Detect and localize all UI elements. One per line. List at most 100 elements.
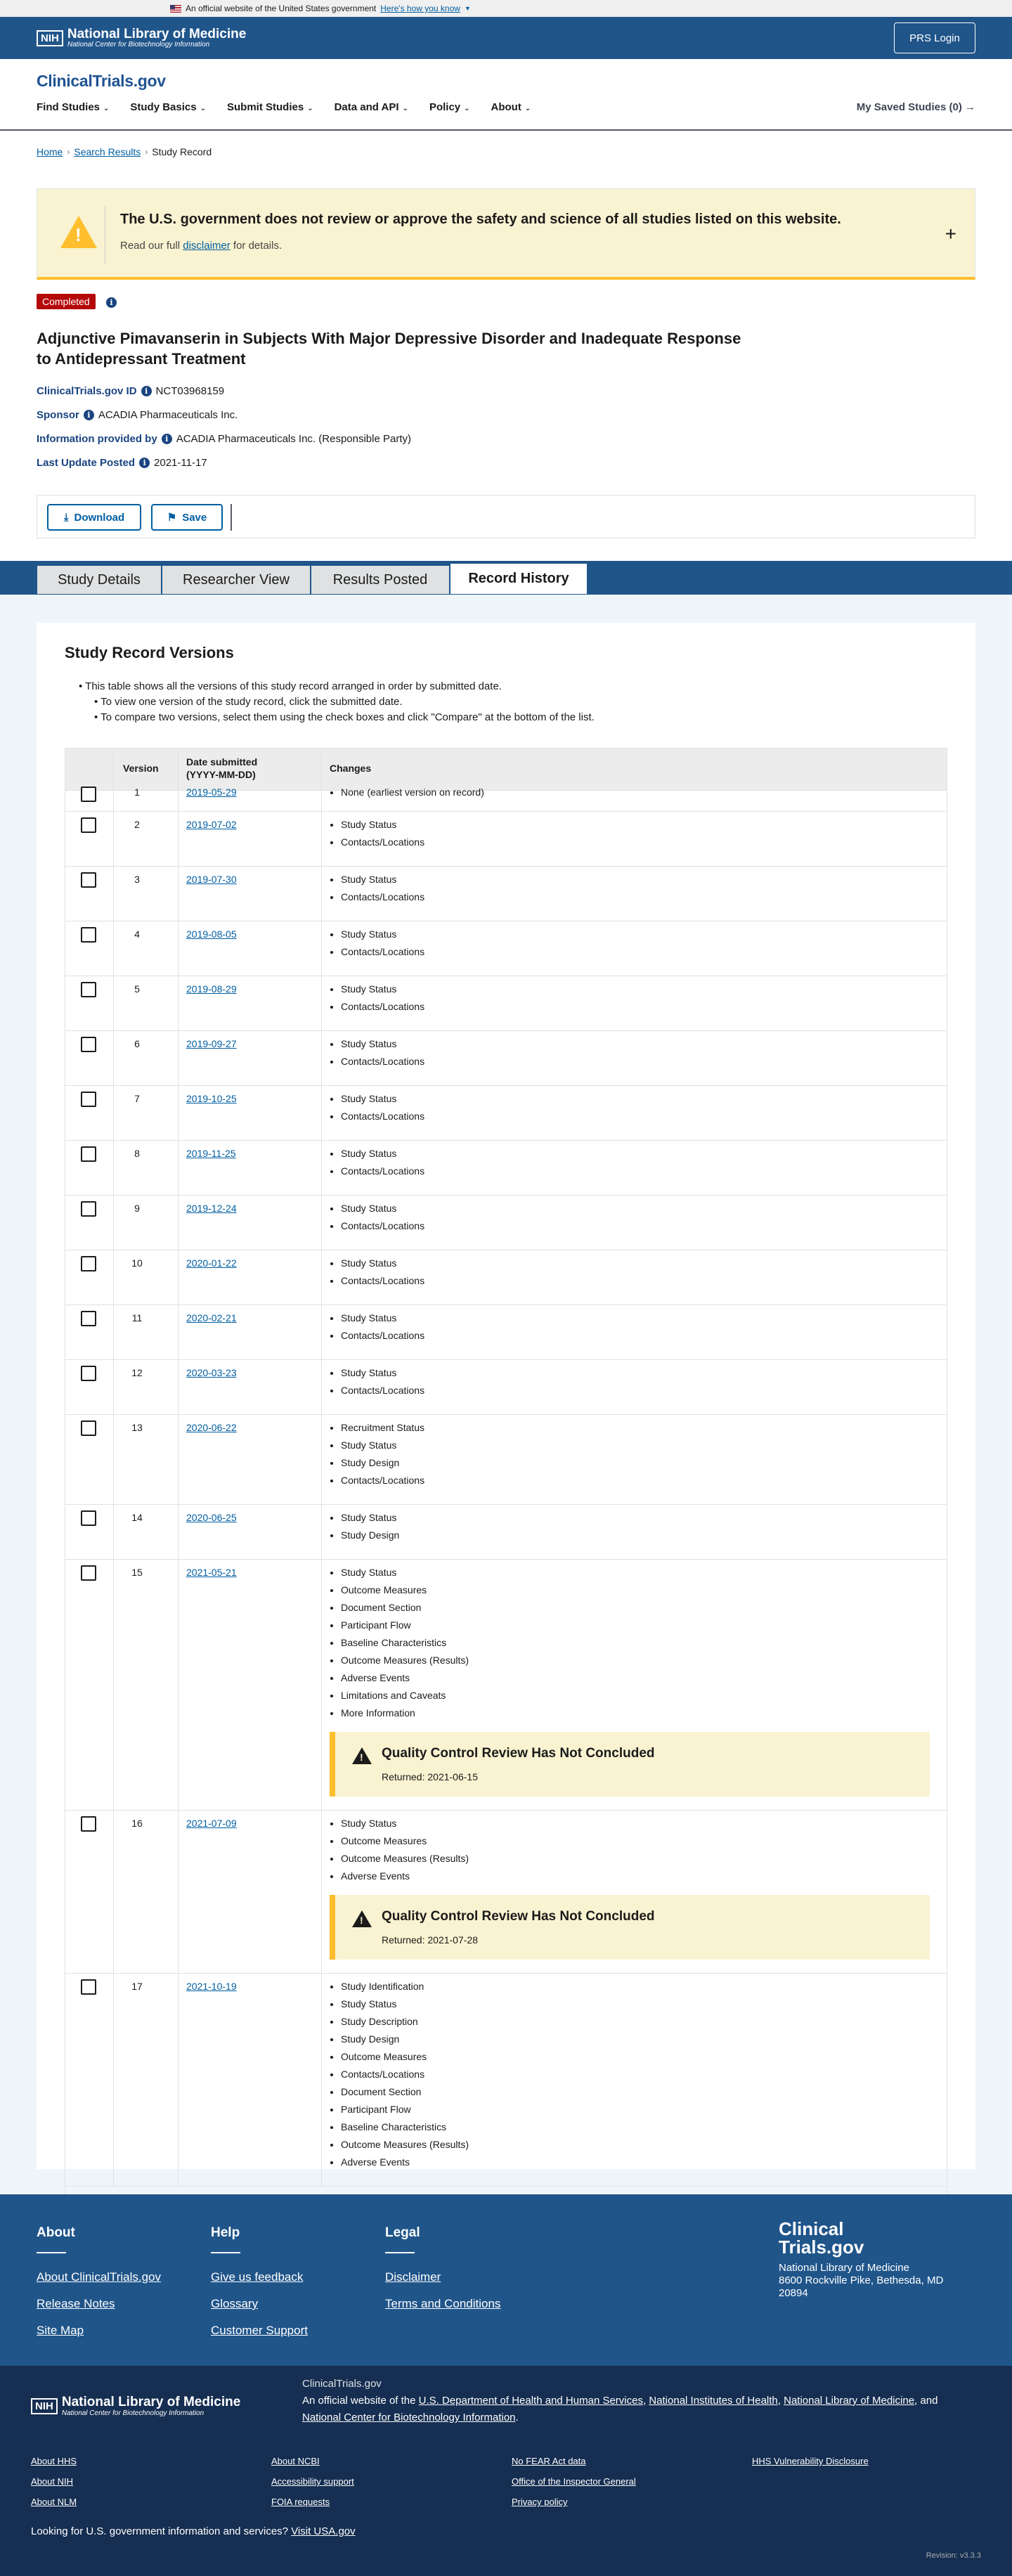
info-icon[interactable]: i — [161, 434, 172, 444]
compare-checkbox[interactable] — [81, 872, 96, 888]
footer-privacy[interactable]: Privacy policy — [512, 2497, 567, 2507]
nav-about[interactable]: About ⌄ — [491, 101, 531, 113]
change-item: Adverse Events — [341, 1669, 469, 1687]
expand-icon[interactable]: + — [945, 223, 956, 245]
version-date-link[interactable]: 2020-02-21 — [186, 1312, 237, 1323]
tab-researcher-view[interactable]: Researcher View — [162, 565, 311, 595]
breadcrumb-search-results[interactable]: Search Results — [74, 146, 141, 157]
footer-release-notes[interactable]: Release Notes — [37, 2297, 115, 2311]
ncbi-link[interactable]: National Center for Biotechnology Inform… — [302, 2412, 516, 2423]
footer-ct-logo[interactable]: Clinical Trials.gov — [779, 2220, 864, 2256]
footer-about-ncbi[interactable]: About NCBI — [271, 2456, 320, 2466]
footer-feedback[interactable]: Give us feedback — [211, 2270, 303, 2284]
compare-checkbox[interactable] — [81, 1366, 96, 1381]
footer-no-fear[interactable]: No FEAR Act data — [512, 2456, 586, 2466]
compare-checkbox[interactable] — [81, 1037, 96, 1052]
compare-checkbox[interactable] — [81, 1092, 96, 1107]
footer-customer-support[interactable]: Customer Support — [211, 2324, 308, 2338]
footer-site-map[interactable]: Site Map — [37, 2324, 84, 2338]
info-icon[interactable]: i — [106, 297, 117, 308]
version-date-link[interactable]: 2019-09-27 — [186, 1038, 237, 1049]
info-icon[interactable]: i — [139, 458, 150, 468]
nav-study-basics[interactable]: Study Basics ⌄ — [130, 101, 206, 113]
change-item: Contacts/Locations — [341, 1272, 424, 1290]
download-button[interactable]: ⤓ Download — [47, 504, 141, 531]
info-icon[interactable]: i — [83, 410, 94, 420]
usa-gov-link[interactable]: Visit USA.gov — [291, 2525, 355, 2537]
info-icon[interactable]: i — [141, 386, 152, 396]
my-saved-studies-link[interactable]: My Saved Studies (0) → — [857, 101, 975, 113]
compare-checkbox[interactable] — [81, 927, 96, 943]
changes-list: Study StatusContacts/Locations — [330, 1255, 424, 1290]
disclaimer-link[interactable]: disclaimer — [183, 240, 231, 252]
footer-vulnerability[interactable]: HHS Vulnerability Disclosure — [752, 2456, 869, 2466]
breadcrumb-home[interactable]: Home — [37, 146, 63, 157]
compare-checkbox[interactable] — [81, 817, 96, 833]
hhs-link[interactable]: U.S. Department of Health and Human Serv… — [419, 2395, 643, 2407]
version-date-link[interactable]: 2019-12-24 — [186, 1203, 237, 1214]
compare-checkbox[interactable] — [81, 1816, 96, 1832]
change-item: Contacts/Locations — [341, 1163, 424, 1180]
chevron-down-icon: ⌄ — [402, 105, 408, 112]
nav-policy[interactable]: Policy ⌄ — [429, 101, 470, 113]
version-date-link[interactable]: 2021-07-09 — [186, 1818, 237, 1829]
save-button[interactable]: ⚑ Save — [151, 504, 223, 531]
version-date-link[interactable]: 2020-06-25 — [186, 1512, 237, 1523]
version-date-link[interactable]: 2019-07-30 — [186, 874, 237, 885]
compare-checkbox[interactable] — [81, 1311, 96, 1326]
footer-inspector-general[interactable]: Office of the Inspector General — [512, 2476, 636, 2487]
compare-checkbox[interactable] — [81, 1510, 96, 1526]
nav-data-api[interactable]: Data and API ⌄ — [335, 101, 408, 113]
compare-checkbox[interactable] — [81, 1979, 96, 1995]
clinicaltrials-logo[interactable]: ClinicalTrials.gov — [37, 72, 166, 91]
version-date-link[interactable]: 2020-03-23 — [186, 1367, 237, 1378]
nav-find-studies[interactable]: Find Studies ⌄ — [37, 101, 109, 113]
compare-checkbox[interactable] — [81, 1420, 96, 1436]
tab-results-posted[interactable]: Results Posted — [311, 565, 450, 595]
version-date-link[interactable]: 2019-08-05 — [186, 928, 237, 940]
nlm-link[interactable]: National Library of Medicine — [784, 2395, 914, 2407]
tab-study-details[interactable]: Study Details — [37, 565, 162, 595]
tab-record-history[interactable]: Record History — [450, 563, 588, 595]
footer-terms[interactable]: Terms and Conditions — [385, 2297, 500, 2311]
chevron-right-icon: › — [145, 147, 148, 157]
footer-about-nlm[interactable]: About NLM — [31, 2497, 77, 2507]
nav-submit-studies[interactable]: Submit Studies ⌄ — [227, 101, 313, 113]
compare-checkbox[interactable] — [81, 1565, 96, 1581]
footer-legal-title: Legal — [385, 2225, 420, 2240]
heres-how-you-know-link[interactable]: Here's how you know — [380, 4, 460, 13]
footer-accessibility[interactable]: Accessibility support — [271, 2476, 354, 2487]
version-date-link[interactable]: 2019-10-25 — [186, 1093, 237, 1104]
compare-checkbox[interactable] — [81, 1146, 96, 1162]
nih-link[interactable]: National Institutes of Health — [649, 2395, 777, 2407]
version-date-link[interactable]: 2019-07-02 — [186, 819, 237, 830]
footer-about-ct[interactable]: About ClinicalTrials.gov — [37, 2270, 161, 2284]
version-date-link[interactable]: 2020-01-22 — [186, 1257, 237, 1269]
footer-about-hhs[interactable]: About HHS — [31, 2456, 77, 2466]
change-item: Study Status — [341, 1815, 469, 1832]
nlm-logo[interactable]: NIH National Library of Medicine Nationa… — [37, 27, 246, 48]
version-date-link[interactable]: 2019-05-29 — [186, 787, 237, 798]
table-row: 162021-07-09Study StatusOutcome Measures… — [65, 1811, 947, 1974]
footer-foia[interactable]: FOIA requests — [271, 2497, 330, 2507]
footer-nlm-logo[interactable]: NIH National Library of Medicine Nationa… — [31, 2395, 240, 2417]
version-date-link[interactable]: 2021-05-21 — [186, 1567, 237, 1578]
prs-login-button[interactable]: PRS Login — [894, 22, 975, 53]
version-date-link[interactable]: 2021-10-19 — [186, 1981, 237, 1992]
footer-glossary[interactable]: Glossary — [211, 2297, 258, 2311]
compare-checkbox[interactable] — [81, 1201, 96, 1217]
footer-about-nih[interactable]: About NIH — [31, 2476, 73, 2487]
compare-checkbox[interactable] — [81, 1256, 96, 1271]
changes-list: Study StatusContacts/Locations — [330, 1200, 424, 1235]
version-date-link[interactable]: 2020-06-22 — [186, 1422, 237, 1433]
footer-disclaimer[interactable]: Disclaimer — [385, 2270, 441, 2284]
change-item: Study Status — [341, 1995, 469, 2013]
footer-usa-text: Looking for U.S. government information … — [31, 2525, 356, 2537]
compare-checkbox[interactable] — [81, 787, 96, 802]
sponsor-value: ACADIA Pharmaceuticals Inc. — [98, 409, 238, 421]
compare-checkbox[interactable] — [81, 982, 96, 997]
version-date-link[interactable]: 2019-08-29 — [186, 983, 237, 995]
change-item: Outcome Measures — [341, 1832, 469, 1850]
warning-icon — [352, 1747, 372, 1764]
version-date-link[interactable]: 2019-11-25 — [186, 1148, 236, 1159]
